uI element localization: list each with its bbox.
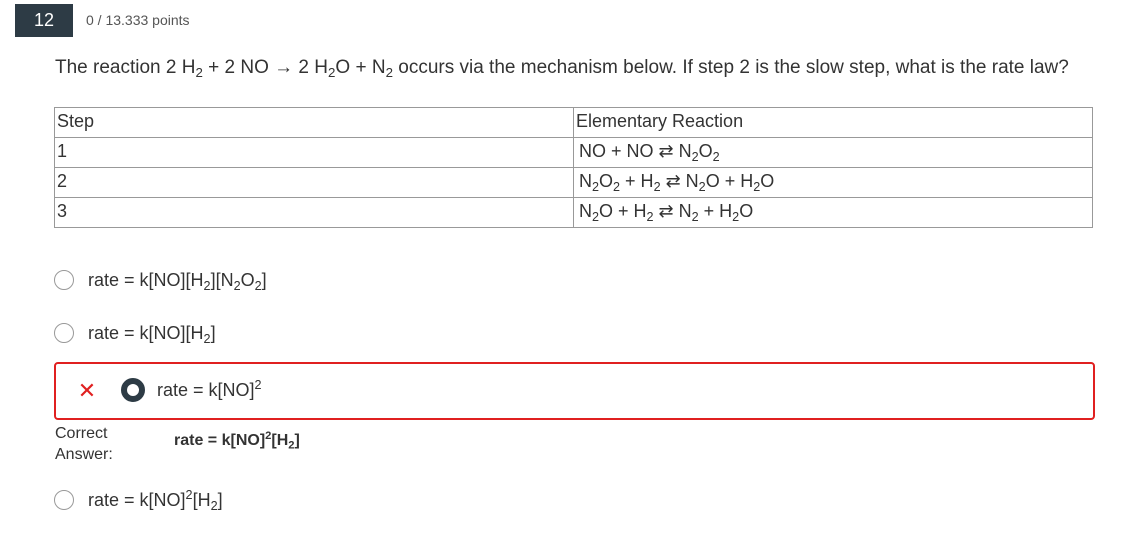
question-number-badge: 12	[15, 4, 73, 37]
answer-option-1[interactable]: rate = k[NO][H2][N2O2]	[54, 265, 267, 295]
option-label: rate = k[NO]2	[157, 378, 262, 400]
option-label: rate = k[NO]2[H2]	[88, 487, 223, 513]
step-cell: 1	[54, 137, 574, 168]
mechanism-table: Step Elementary Reaction 1 NO + NO ⇄ N2O…	[54, 107, 1093, 228]
radio-button[interactable]	[54, 323, 74, 343]
table-row: 2 N2O2 + H2 ⇄ N2O + H2O	[54, 167, 1093, 198]
reaction-cell: N2O + H2 ⇄ N2 + H2O	[573, 197, 1093, 228]
correct-answer-text: rate = k[NO]2[H2]	[174, 429, 300, 452]
option-label: rate = k[NO][H2][N2O2]	[88, 269, 267, 293]
option-label: rate = k[NO][H2]	[88, 322, 216, 346]
question-prompt: The reaction 2 H2 + 2 NO → 2 H2O + N2 oc…	[55, 57, 1069, 80]
answer-option-4[interactable]: rate = k[NO]2[H2]	[54, 485, 223, 515]
table-row: 3 N2O + H2 ⇄ N2 + H2O	[54, 197, 1093, 228]
incorrect-x-icon: ✕	[77, 378, 97, 403]
header-reaction: Elementary Reaction	[573, 107, 1093, 138]
radio-button-selected[interactable]	[121, 378, 145, 402]
question-points: 0 / 13.333 points	[86, 12, 190, 28]
radio-button[interactable]	[54, 270, 74, 290]
reaction-cell: NO + NO ⇄ N2O2	[573, 137, 1093, 168]
correct-answer-label: Correct Answer:	[55, 425, 113, 463]
step-cell: 2	[54, 167, 574, 198]
answer-option-2[interactable]: rate = k[NO][H2]	[54, 318, 216, 348]
step-cell: 3	[54, 197, 574, 228]
radio-button[interactable]	[54, 490, 74, 510]
table-row: 1 NO + NO ⇄ N2O2	[54, 137, 1093, 168]
header-step: Step	[54, 107, 574, 138]
reaction-cell: N2O2 + H2 ⇄ N2O + H2O	[573, 167, 1093, 198]
table-header-row: Step Elementary Reaction	[54, 107, 1093, 138]
